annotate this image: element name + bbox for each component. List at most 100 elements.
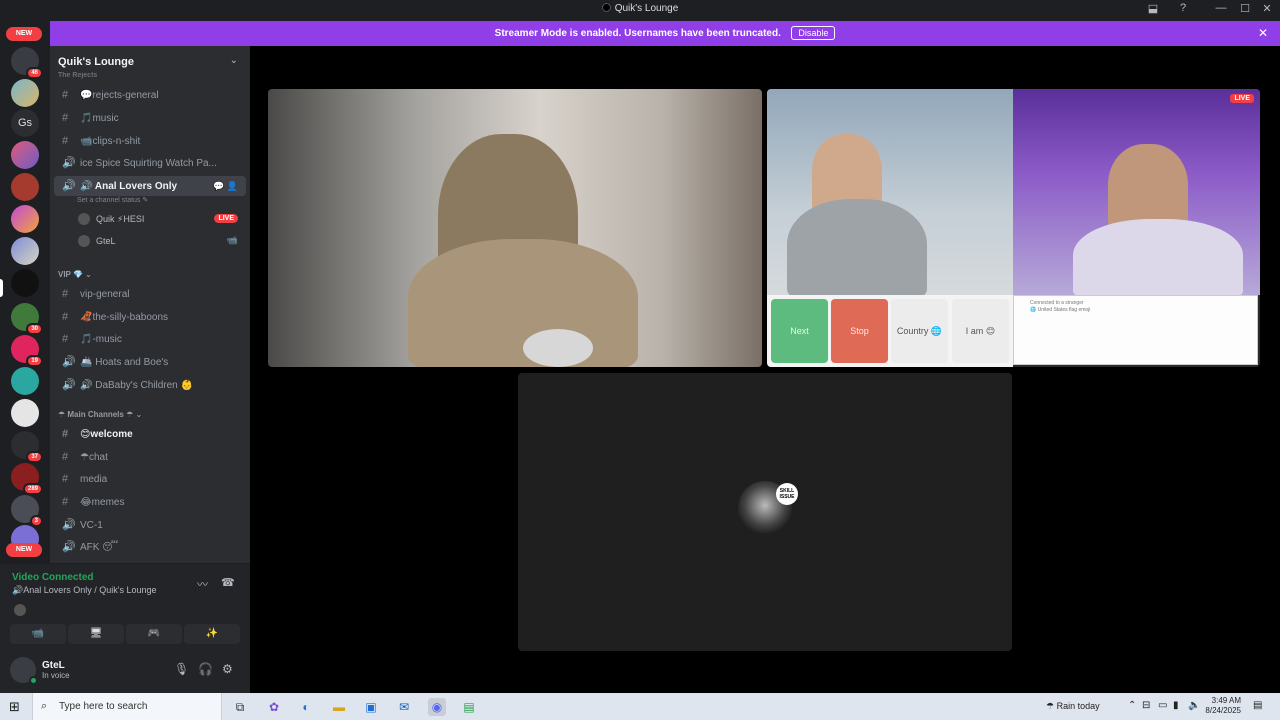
server-icon-8[interactable]: 19 [11, 335, 43, 367]
settings-gear-icon[interactable]: ⚙ [222, 662, 233, 676]
hash-icon: # [62, 496, 69, 508]
server-icon-6[interactable] [11, 237, 39, 265]
voice-channel-afk[interactable]: 🔊 AFK 😴 [54, 537, 246, 557]
channel-vip-music[interactable]: # 🎵-music [54, 329, 246, 349]
taskbar-search[interactable]: ⌕ Type here to search [32, 693, 222, 720]
disable-streamer-mode-button[interactable]: Disable [791, 26, 836, 40]
headphones-icon[interactable]: 🎧 [198, 662, 213, 676]
category-main[interactable]: ☂ Main Channels ☂ ⌄ [58, 410, 142, 419]
server-icon-1[interactable]: 46 [11, 47, 43, 79]
network-icon[interactable]: ⊟ [1142, 700, 1150, 711]
screen-share-button[interactable]: 🖥 [68, 624, 124, 644]
next-button[interactable]: Next [771, 299, 828, 363]
channel-music[interactable]: # 🎵music [54, 108, 246, 128]
user-state: In voice [42, 671, 70, 680]
tray-app-icon[interactable]: ▭ [1158, 700, 1167, 711]
notifications-icon[interactable]: ▤ [1253, 700, 1262, 711]
voice-channel-vc1[interactable]: 🔊 VC-1 [54, 515, 246, 535]
omegle-chat-box[interactable]: Connected to a stranger 🌐 United States … [1013, 295, 1258, 365]
soundboard-button[interactable]: ✨ [184, 624, 240, 644]
discord-icon[interactable]: ◉ [428, 698, 446, 716]
speaker-icon: 🔊 [62, 180, 76, 192]
inbox-icon[interactable]: ⬓ [1144, 2, 1162, 15]
taskbar-clock[interactable]: 3:49 AM 8/24/2025 [1203, 696, 1241, 716]
microphone-shape [523, 329, 593, 367]
chevron-down-icon[interactable]: ⌄ [230, 55, 238, 66]
voice-status[interactable]: Video Connected [12, 572, 94, 583]
channel-clips[interactable]: # 📹clips-n-shit [54, 131, 246, 151]
category-rejects[interactable]: The Rejects [58, 72, 97, 79]
speaker-icon: 🔊 [62, 157, 76, 169]
voice-location[interactable]: 🔊Anal Lovers Only / Quik's Lounge [12, 585, 157, 596]
server-icon-quiks-lounge[interactable] [11, 269, 39, 297]
voice-user-quik[interactable]: Quik ⚡HESI [78, 210, 144, 228]
close-banner-icon[interactable]: ✕ [1258, 26, 1268, 40]
server-icon-11[interactable]: 37 [11, 431, 43, 463]
voice-user-gtel[interactable]: GteL [78, 232, 116, 250]
server-name[interactable]: Quik's Lounge [58, 56, 134, 68]
channel-rejects-general[interactable]: # 💬rejects-general [54, 85, 246, 105]
new-badge-bottom[interactable]: NEW [6, 543, 42, 557]
voice-channel-active[interactable]: 🔊 🔊 Anal Lovers Only 💬 👤 [54, 176, 246, 196]
voice-channel-ice-spice[interactable]: 🔊 ice Spice Squirting Watch Pa... [54, 153, 246, 173]
user-panel: GteL In voice 🎙 🎧 ⚙ [0, 649, 250, 693]
channel-chat[interactable]: # ☂chat [54, 447, 246, 467]
video-tile-quik[interactable] [268, 89, 762, 367]
edge-icon[interactable]: ◐ [297, 698, 315, 716]
rain-icon: ☂ [1046, 701, 1057, 711]
server-icon-10[interactable] [11, 399, 39, 427]
maximize-button[interactable]: ☐ [1236, 2, 1254, 15]
server-icon-gs[interactable]: Gs [11, 109, 39, 137]
task-view-icon[interactable]: ⧉ [231, 698, 249, 716]
username[interactable]: GteL [42, 660, 65, 671]
server-icon-13[interactable]: 3 [11, 495, 43, 527]
microphone-icon[interactable]: 🎙 [174, 662, 189, 676]
minimize-button[interactable]: — [1212, 2, 1230, 14]
chat-and-invite-icons[interactable]: 💬 👤 [213, 176, 238, 196]
noise-suppression-icon[interactable]: 〰 [197, 576, 208, 592]
stop-button[interactable]: Stop [831, 299, 888, 363]
channel-vip-general[interactable]: # vip-general [54, 284, 246, 304]
help-icon[interactable]: ? [1174, 2, 1192, 14]
weather-widget[interactable]: ☂ Rain today [1046, 701, 1100, 712]
activities-button[interactable]: 🎮 [126, 624, 182, 644]
volume-icon[interactable]: 🔈 [1188, 700, 1200, 711]
server-icon-3[interactable] [11, 141, 39, 169]
channel-label: AFK 😴 [80, 542, 119, 553]
i-am-button[interactable]: I am 😊 [952, 299, 1009, 363]
store-icon[interactable]: ▣ [362, 698, 380, 716]
camera-button[interactable]: 📹 [10, 624, 66, 644]
voice-channel-hoats[interactable]: 🔊 🚢 Hoats and Boe's [54, 352, 246, 372]
category-vip[interactable]: VIP 💎 ⌄ [58, 270, 92, 279]
server-icon-5[interactable] [11, 205, 39, 233]
channel-label: 💬rejects-general [80, 90, 159, 101]
server-icon-4[interactable] [11, 173, 39, 201]
outlook-icon[interactable]: ✉ [395, 698, 413, 716]
mention-badge: 30 [26, 323, 43, 335]
video-tile-gtel-avatar[interactable]: SKILL ISSUE [518, 373, 1012, 651]
new-badge-top[interactable]: NEW [6, 27, 42, 41]
channel-status-hint[interactable]: Set a channel status ✎ [77, 196, 148, 204]
channel-media[interactable]: # media [54, 469, 246, 489]
server-icon-7[interactable]: 30 [11, 303, 43, 335]
voice-channel-dababy[interactable]: 🔊 🔊 DaBaby's Children 👶 [54, 375, 246, 395]
copilot-icon[interactable]: ✿ [265, 698, 283, 716]
country-button[interactable]: Country 🌐 [891, 299, 948, 363]
battery-icon[interactable]: ▮ [1173, 700, 1179, 711]
windows-start-icon[interactable]: ⊞ [9, 699, 20, 715]
disconnect-icon[interactable]: ☎ [221, 576, 235, 589]
hash-icon: # [62, 333, 69, 345]
server-icon-2[interactable] [11, 79, 39, 107]
server-icon-9[interactable] [11, 367, 39, 395]
app-icon[interactable]: ▤ [460, 698, 478, 716]
server-icon-12[interactable]: 289 [11, 463, 43, 495]
close-button[interactable]: ✕ [1258, 2, 1276, 15]
speaker-icon: 🔊 [62, 519, 76, 531]
video-tile-omegle-stream[interactable]: LIVE Next Stop Country 🌐 I am 😊 Connecte… [767, 89, 1260, 367]
channel-silly-baboons[interactable]: # 🦧the-silly-baboons [54, 307, 246, 327]
channel-welcome[interactable]: # 😊welcome [54, 424, 246, 444]
channel-memes[interactable]: # 😂memes [54, 492, 246, 512]
file-explorer-icon[interactable]: ▬ [330, 698, 348, 716]
channel-label: 😊welcome [80, 429, 133, 440]
tray-chevron-icon[interactable]: ⌃ [1128, 700, 1136, 711]
